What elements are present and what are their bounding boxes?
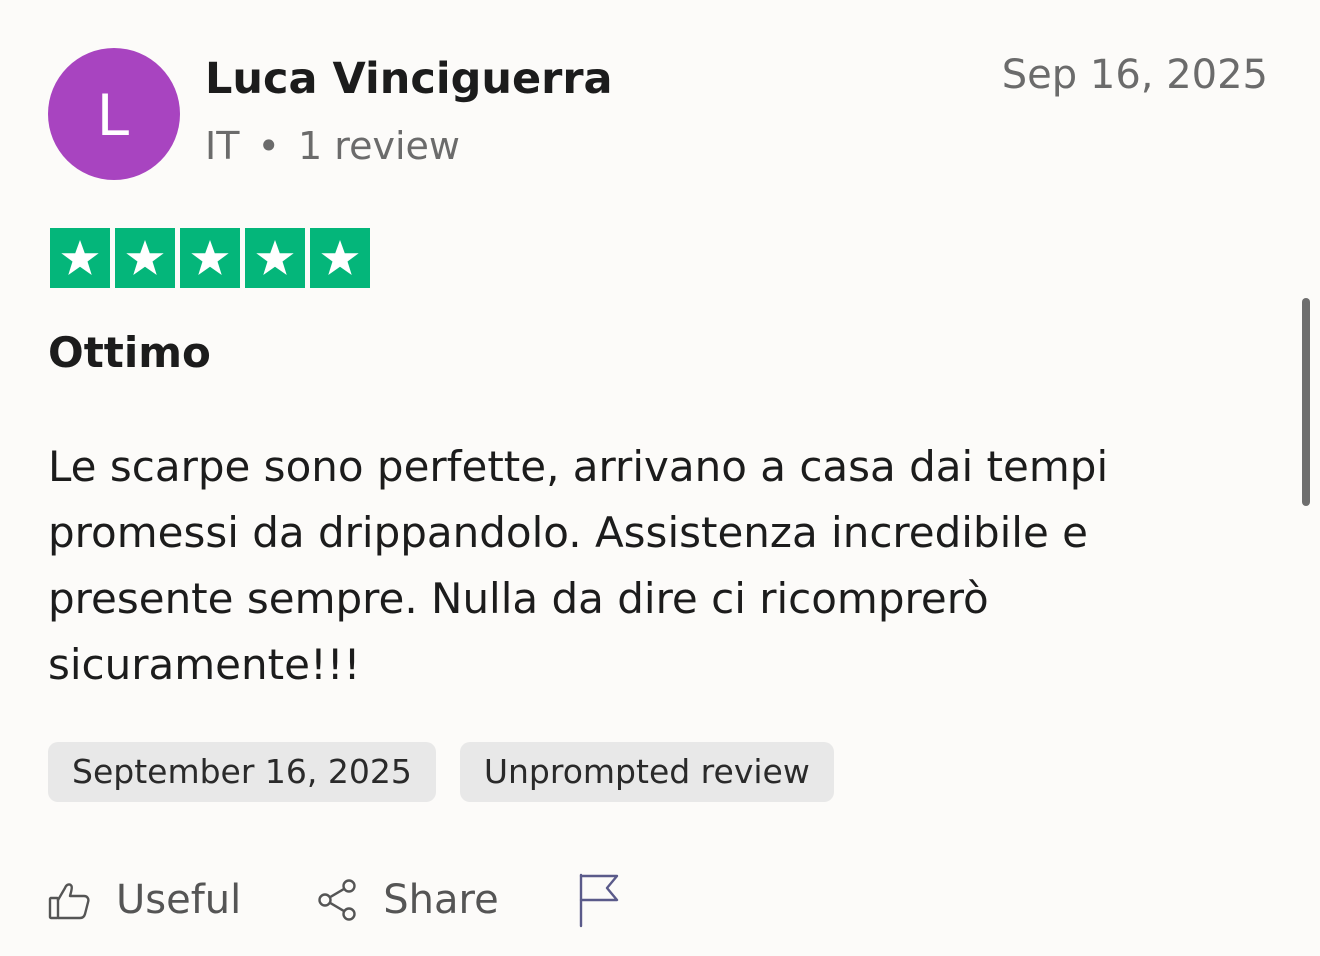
avatar[interactable]: L — [48, 48, 180, 180]
scrollbar[interactable] — [1302, 298, 1310, 506]
star-2 — [115, 228, 175, 288]
star-5 — [310, 228, 370, 288]
share-icon — [315, 878, 359, 922]
review-text: Le scarpe sono perfette, arrivano a casa… — [48, 442, 1109, 689]
reviewer-meta: IT • 1 review — [205, 124, 460, 168]
reviewer-review-count: 1 review — [298, 124, 460, 168]
star-rating — [50, 228, 370, 288]
experience-date-tag: September 16, 2025 — [48, 742, 436, 802]
flag-icon — [577, 872, 621, 928]
review-date: Sep 16, 2025 — [1001, 52, 1268, 98]
meta-separator: • — [257, 124, 280, 168]
review-tags: September 16, 2025 Unprompted review — [48, 742, 834, 802]
thumbs-up-icon — [48, 878, 92, 922]
star-3 — [180, 228, 240, 288]
avatar-initial: L — [97, 80, 131, 148]
useful-label: Useful — [116, 877, 242, 923]
share-label: Share — [383, 877, 499, 923]
star-icon — [126, 240, 164, 276]
reviewer-country: IT — [205, 124, 240, 168]
useful-button[interactable]: Useful — [48, 877, 241, 923]
reviewer-name[interactable]: Luca Vinciguerra — [205, 54, 613, 104]
unprompted-review-tag[interactable]: Unprompted review — [459, 742, 834, 802]
review-card: L Luca Vinciguerra IT • 1 review Sep 16,… — [0, 0, 1320, 956]
star-icon — [61, 240, 99, 276]
star-icon — [191, 240, 229, 276]
review-actions: Useful Share — [48, 872, 645, 928]
report-button[interactable] — [577, 872, 645, 928]
review-title: Ottimo — [48, 328, 211, 377]
share-button[interactable]: Share — [315, 877, 499, 923]
star-icon — [256, 240, 294, 276]
star-4 — [245, 228, 305, 288]
star-1 — [50, 228, 110, 288]
star-icon — [321, 240, 359, 276]
